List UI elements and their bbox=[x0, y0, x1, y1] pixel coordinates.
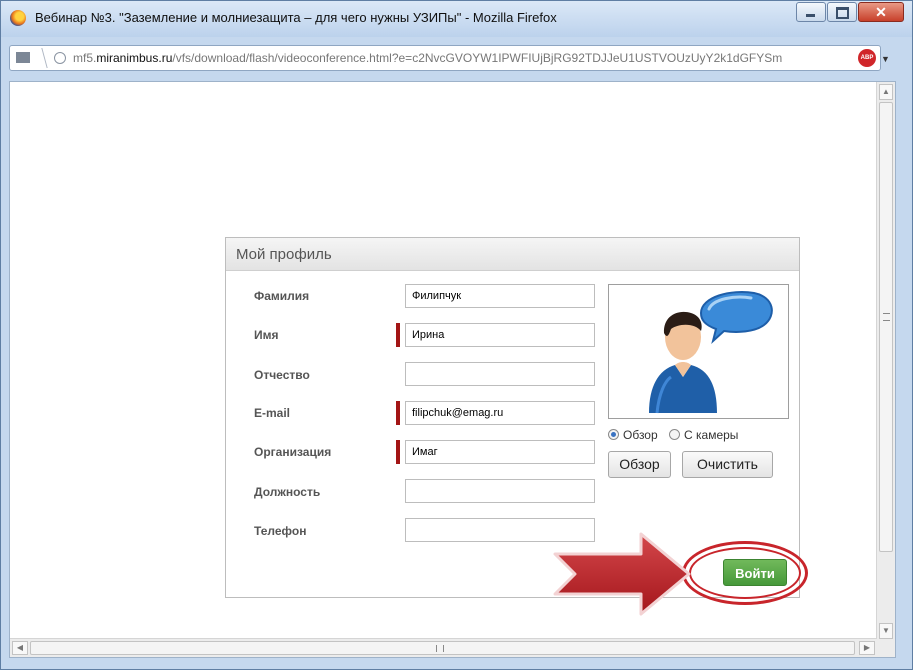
url-text[interactable]: mf5.miranimbus.ru/vfs/download/flash/vid… bbox=[73, 51, 782, 65]
url-domain: miranimbus.ru bbox=[96, 51, 173, 65]
label-phone: Телефон bbox=[254, 524, 307, 538]
radio-camera[interactable] bbox=[669, 429, 681, 440]
required-marker bbox=[396, 401, 400, 425]
clear-button[interactable]: Очистить bbox=[682, 451, 773, 478]
radio-browse[interactable] bbox=[608, 429, 619, 440]
annotation-arrow-icon bbox=[553, 532, 691, 616]
required-marker bbox=[396, 323, 400, 347]
position-field[interactable] bbox=[405, 479, 595, 503]
window-controls: ✕ bbox=[795, 2, 904, 22]
globe-icon bbox=[54, 52, 66, 64]
label-organization: Организация bbox=[254, 445, 332, 459]
scroll-left-icon[interactable]: ◀ bbox=[12, 641, 28, 655]
scroll-up-icon[interactable]: ▲ bbox=[879, 84, 893, 100]
page-icon bbox=[16, 52, 30, 63]
last-name-field[interactable]: Филипчук bbox=[405, 284, 595, 308]
profile-title: Мой профиль bbox=[236, 246, 332, 263]
scroll-down-icon[interactable]: ▼ bbox=[879, 623, 893, 639]
annotation-ellipse bbox=[689, 547, 801, 599]
adblock-icon[interactable]: ABP bbox=[858, 49, 876, 67]
label-patronymic: Отчество bbox=[254, 368, 310, 382]
title-bar: Вебинар №3. "Заземление и молниезащита –… bbox=[1, 1, 912, 37]
vertical-scrollbar[interactable]: ▲ ▼ bbox=[876, 82, 895, 641]
email-field[interactable]: filipchuk@emag.ru bbox=[405, 401, 595, 425]
organization-field[interactable]: Имаг bbox=[405, 440, 595, 464]
label-first-name: Имя bbox=[254, 328, 279, 342]
avatar bbox=[608, 284, 789, 419]
label-position: Должность bbox=[254, 485, 321, 499]
required-marker bbox=[396, 440, 400, 464]
minimize-button[interactable] bbox=[796, 2, 826, 22]
horizontal-scroll-thumb[interactable] bbox=[30, 641, 855, 655]
photo-source-group: Обзор С камеры bbox=[608, 428, 746, 442]
chevron-down-icon[interactable]: ▼ bbox=[881, 54, 890, 64]
profile-panel-header: Мой профиль bbox=[226, 238, 799, 271]
radio-camera-label[interactable]: С камеры bbox=[684, 428, 738, 442]
horizontal-scrollbar[interactable]: ◀ ▶ bbox=[10, 638, 877, 657]
firefox-icon bbox=[10, 10, 26, 26]
vertical-scroll-thumb[interactable] bbox=[879, 102, 893, 552]
maximize-icon bbox=[836, 7, 849, 19]
first-name-field[interactable]: Ирина bbox=[405, 323, 595, 347]
url-bar[interactable]: mf5.miranimbus.ru/vfs/download/flash/vid… bbox=[9, 45, 881, 71]
scroll-corner bbox=[877, 639, 895, 657]
profile-panel: Мой профиль Фамилия Филипчук Имя Ирина О… bbox=[225, 237, 800, 598]
minimize-icon bbox=[806, 14, 815, 17]
scroll-right-icon[interactable]: ▶ bbox=[859, 641, 875, 655]
close-icon: ✕ bbox=[875, 4, 887, 20]
maximize-button[interactable] bbox=[827, 2, 857, 22]
url-separator bbox=[33, 48, 48, 68]
grip-icon bbox=[436, 645, 444, 652]
label-last-name: Фамилия bbox=[254, 289, 310, 303]
radio-browse-label[interactable]: Обзор bbox=[623, 428, 658, 442]
url-prefix: mf5. bbox=[73, 51, 97, 65]
label-email: E-mail bbox=[254, 406, 291, 420]
window-title: Вебинар №3. "Заземление и молниезащита –… bbox=[35, 10, 557, 25]
user-avatar-icon bbox=[649, 291, 773, 414]
grip-icon bbox=[883, 313, 890, 321]
url-path: /vfs/download/flash/videoconference.html… bbox=[172, 51, 783, 65]
browse-button[interactable]: Обзор bbox=[608, 451, 671, 478]
patronymic-field[interactable] bbox=[405, 362, 595, 386]
close-button[interactable]: ✕ bbox=[858, 2, 904, 22]
